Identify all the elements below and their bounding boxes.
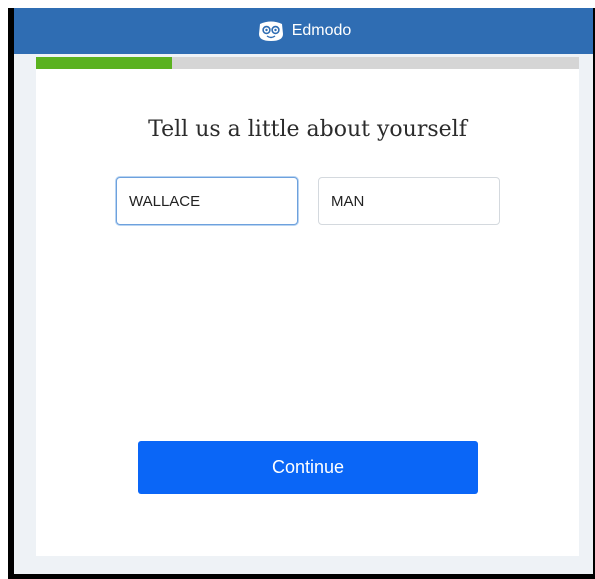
- page-area: Edmodo Tell us a little about yourself C…: [14, 8, 593, 574]
- brand-name: Edmodo: [291, 22, 352, 39]
- signup-card: Tell us a little about yourself Continue: [36, 57, 579, 556]
- first-name-input[interactable]: [116, 177, 298, 225]
- edmodo-owl-logo-icon: [258, 21, 283, 41]
- progress-bar-fill: [36, 57, 172, 69]
- progress-bar: [36, 57, 579, 69]
- continue-button[interactable]: Continue: [138, 441, 478, 494]
- browser-window: Edmodo Tell us a little about yourself C…: [8, 8, 595, 579]
- top-bar: Edmodo: [14, 8, 593, 54]
- last-name-input[interactable]: [318, 177, 500, 225]
- brand[interactable]: Edmodo: [256, 20, 352, 42]
- page-title: Tell us a little about yourself: [148, 117, 467, 142]
